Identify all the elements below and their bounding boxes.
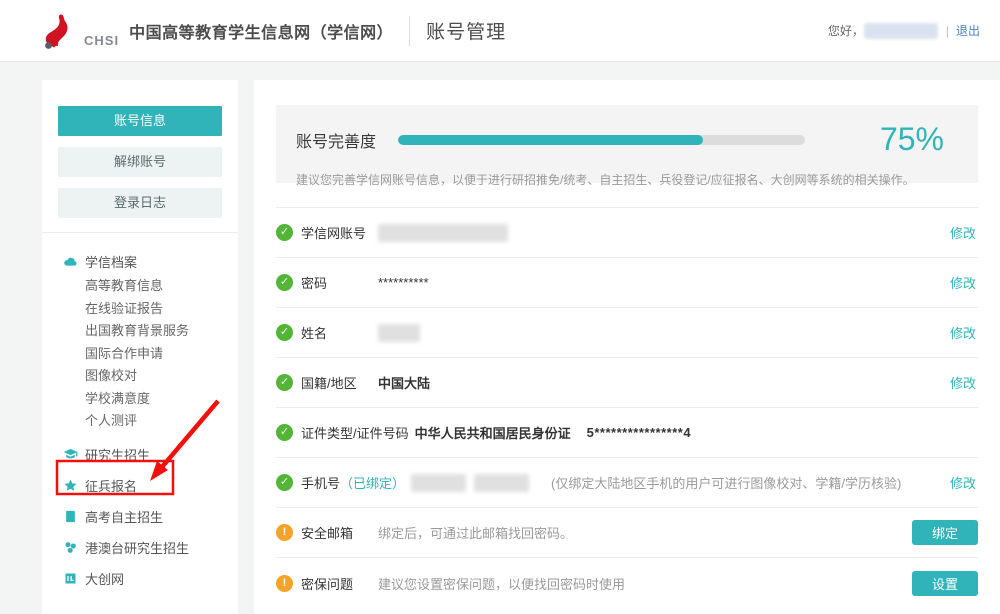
- completeness-progressbar: [398, 135, 805, 145]
- sidebar-item-label: 港澳台研究生招生: [85, 538, 189, 557]
- header-divider: [409, 16, 410, 46]
- exclamation-icon: !: [276, 575, 293, 592]
- sidebar-item-personal-assessment[interactable]: 个人测评: [85, 410, 238, 433]
- mobile-value-blurred: [474, 474, 529, 492]
- greeting-text: 您好，: [828, 22, 864, 39]
- set-security-question-button[interactable]: 设置: [912, 571, 978, 596]
- bind-email-button[interactable]: 绑定: [912, 520, 978, 545]
- account-value-blurred: [378, 224, 508, 242]
- id-type-value: 中华人民共和国居民身份证: [415, 423, 571, 442]
- body: 账号信息 解绑账号 登录日志 学信档案 高等教育信息 在线验证报告 出国教育背景…: [0, 62, 1000, 614]
- sidebar-item-graduate-admission[interactable]: 研究生招生: [63, 439, 238, 470]
- sidebar-item-abroad-edu-service[interactable]: 出国教育背景服务: [85, 320, 238, 343]
- sidebar-item-archive[interactable]: 学信档案: [63, 249, 238, 273]
- check-icon: ✓: [276, 274, 293, 291]
- chsi-logo[interactable]: CHSI: [40, 12, 119, 50]
- sidebar-item-unbind-account[interactable]: 解绑账号: [58, 147, 222, 177]
- id-number-masked: 5****************4: [587, 425, 691, 440]
- sidebar-item-hk-mo-tw-graduate[interactable]: 港澳台研究生招生: [63, 532, 238, 563]
- modify-name-link[interactable]: 修改: [950, 323, 978, 342]
- bound-tag: （已绑定）: [340, 476, 405, 491]
- mobile-note: (仅绑定大陆地区手机的用户可进行图像校对、学籍/学历核验): [551, 473, 901, 492]
- archive-submenu: 高等教育信息 在线验证报告 出国教育背景服务 国际合作申请 图像校对 学校满意度…: [63, 275, 238, 433]
- app-icon: [63, 571, 78, 586]
- sidebar-item-label: 高考自主招生: [85, 507, 163, 526]
- modify-account-link[interactable]: 修改: [950, 223, 978, 242]
- sidebar-item-school-satisfaction[interactable]: 学校满意度: [85, 388, 238, 411]
- sidebar-item-intl-cooperation[interactable]: 国际合作申请: [85, 343, 238, 366]
- field-label: 国籍/地区: [301, 373, 378, 392]
- sidebar-item-login-log[interactable]: 登录日志: [58, 188, 222, 218]
- completeness-panel: 账号完善度 75% 建议您完善学信网账号信息，以便于进行研招推免/统考、自主招生…: [276, 105, 978, 183]
- field-label: 密码: [301, 273, 378, 292]
- star-icon: [63, 478, 78, 493]
- field-row-mobile: ✓ 手机号（已绑定） (仅绑定大陆地区手机的用户可进行图像校对、学籍/学历核验)…: [276, 458, 978, 508]
- field-row-name: ✓ 姓名 修改: [276, 308, 978, 358]
- sidebar-item-label: 学信档案: [85, 252, 137, 271]
- logout-link[interactable]: 退出: [956, 22, 980, 39]
- chsi-swan-icon: [40, 12, 80, 50]
- check-icon: ✓: [276, 424, 293, 441]
- logo-text: CHSI: [84, 33, 119, 48]
- check-icon: ✓: [276, 474, 293, 491]
- book-icon: [63, 509, 78, 524]
- check-icon: ✓: [276, 324, 293, 341]
- sidebar-item-label: 征兵报名: [85, 476, 137, 495]
- field-label: 姓名: [301, 323, 378, 342]
- sidebar-item-label: 大创网: [85, 569, 124, 588]
- grad-cap-icon: [63, 447, 78, 462]
- completeness-title: 账号完善度: [296, 128, 376, 152]
- sidebar-item-online-verify-report[interactable]: 在线验证报告: [85, 298, 238, 321]
- modify-mobile-link[interactable]: 修改: [950, 473, 978, 492]
- completeness-note: 建议您完善学信网账号信息，以便于进行研招推免/统考、自主招生、兵役登记/应征报名…: [296, 171, 958, 188]
- email-note: 绑定后，可通过此邮箱找回密码。: [378, 523, 573, 542]
- sidebar-item-conscription[interactable]: 征兵报名: [63, 470, 238, 501]
- sidebar-item-label: 研究生招生: [85, 445, 150, 464]
- field-row-id-card: ✓ 证件类型/证件号码 中华人民共和国居民身份证 5**************…: [276, 408, 978, 458]
- field-row-nationality: ✓ 国籍/地区 中国大陆 修改: [276, 358, 978, 408]
- sidebar-item-higher-edu-info[interactable]: 高等教育信息: [85, 275, 238, 298]
- sidebar-item-gaokao-autonomous[interactable]: 高考自主招生: [63, 501, 238, 532]
- main-content: 账号完善度 75% 建议您完善学信网账号信息，以便于进行研招推免/统考、自主招生…: [254, 80, 1000, 614]
- account-field-list: ✓ 学信网账号 修改 ✓ 密码 ********** 修改 ✓ 姓名 修改: [276, 207, 978, 608]
- separator: |: [946, 24, 949, 38]
- field-label: 手机号（已绑定）: [301, 473, 411, 492]
- field-label: 安全邮箱: [301, 523, 378, 542]
- sidebar-menu: 学信档案 高等教育信息 在线验证报告 出国教育背景服务 国际合作申请 图像校对 …: [42, 233, 238, 594]
- completeness-percent: 75%: [880, 121, 958, 158]
- check-icon: ✓: [276, 224, 293, 241]
- exclamation-icon: !: [276, 524, 293, 541]
- sidebar-item-account-info[interactable]: 账号信息: [58, 106, 222, 136]
- field-row-email: ! 安全邮箱 绑定后，可通过此邮箱找回密码。 绑定: [276, 508, 978, 558]
- header-user-area: 您好， | 退出: [828, 22, 980, 39]
- name-value-blurred: [378, 324, 420, 342]
- modify-password-link[interactable]: 修改: [950, 273, 978, 292]
- cluster-icon: [63, 540, 78, 555]
- field-label: 证件类型/证件号码: [301, 423, 415, 442]
- security-question-note: 建议您设置密保问题，以便找回密码时使用: [378, 574, 625, 593]
- mobile-value-blurred: [411, 474, 466, 492]
- field-label: 密保问题: [301, 574, 378, 593]
- header: CHSI 中国高等教育学生信息网（学信网） 账号管理 您好， | 退出: [0, 0, 1000, 62]
- progress-fill: [398, 135, 703, 145]
- cloud-icon: [63, 254, 78, 269]
- modify-nationality-link[interactable]: 修改: [950, 373, 978, 392]
- username-blurred: [864, 23, 938, 39]
- sidebar-item-dachuang[interactable]: 大创网: [63, 563, 238, 594]
- field-row-password: ✓ 密码 ********** 修改: [276, 258, 978, 308]
- field-row-account: ✓ 学信网账号 修改: [276, 208, 978, 258]
- field-label: 学信网账号: [301, 223, 378, 242]
- page-title: 账号管理: [426, 17, 506, 44]
- nationality-value: 中国大陆: [378, 373, 430, 392]
- sidebar: 账号信息 解绑账号 登录日志 学信档案 高等教育信息 在线验证报告 出国教育背景…: [42, 80, 238, 614]
- site-name: 中国高等教育学生信息网（学信网）: [129, 19, 393, 43]
- sidebar-item-photo-check[interactable]: 图像校对: [85, 365, 238, 388]
- account-management-page: CHSI 中国高等教育学生信息网（学信网） 账号管理 您好， | 退出 账号信息…: [0, 0, 1000, 614]
- check-icon: ✓: [276, 374, 293, 391]
- password-masked-value: **********: [378, 275, 429, 290]
- field-row-security-question: ! 密保问题 建议您设置密保问题，以便找回密码时使用 设置: [276, 558, 978, 608]
